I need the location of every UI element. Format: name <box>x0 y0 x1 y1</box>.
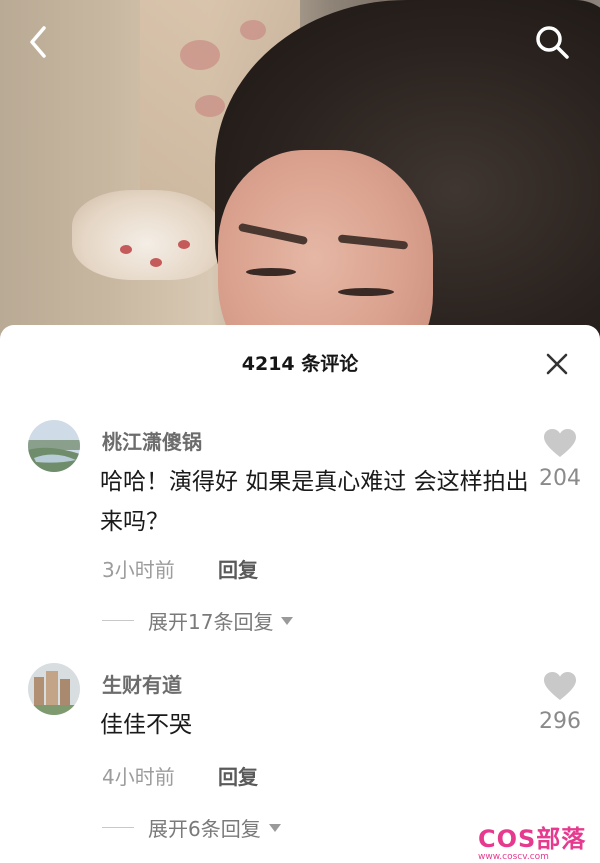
divider-line <box>102 620 134 621</box>
divider-line <box>102 827 134 828</box>
like-button[interactable]: 204 <box>535 428 585 491</box>
search-icon[interactable] <box>532 22 572 62</box>
expand-replies-label: 展开6条回复 <box>148 817 261 841</box>
person-face <box>218 150 433 345</box>
comment-text: 哈哈！演得好 如果是真心难过 会这样拍出来吗？ <box>100 469 529 535</box>
heart-icon <box>544 429 576 457</box>
bag-pattern <box>120 245 132 254</box>
wall-flower <box>180 40 220 70</box>
watermark-logo: COS部落 www.coscv.com <box>478 826 598 863</box>
like-count: 296 <box>539 709 581 734</box>
like-count: 204 <box>539 466 581 491</box>
comment-count-title: 4214 条评论 <box>241 353 359 375</box>
expand-replies-button[interactable]: 展开17条回复 <box>102 606 294 635</box>
comment-text: 佳佳不哭 <box>100 712 192 738</box>
wall-flower <box>195 95 225 117</box>
watermark-brand: COS部落 <box>478 825 587 853</box>
bag-pattern <box>178 240 190 249</box>
reply-button[interactable]: 回复 <box>218 554 258 583</box>
eye <box>338 288 394 296</box>
reply-button[interactable]: 回复 <box>218 761 258 790</box>
comment-username[interactable]: 生财有道 <box>102 669 182 698</box>
comment-time: 3小时前 <box>102 558 175 582</box>
comments-sheet: 4214 条评论 桃江潇傻锅 哈哈！演得好 如果是真心难过 会这样拍出来吗？ 3… <box>0 325 600 863</box>
close-icon[interactable] <box>545 352 569 376</box>
comment-time: 4小时前 <box>102 765 175 789</box>
eyebrow <box>337 234 409 250</box>
expand-replies-label: 展开17条回复 <box>148 610 274 634</box>
expand-replies-button[interactable]: 展开6条回复 <box>102 813 281 842</box>
watermark-url: www.coscv.com <box>478 852 549 862</box>
plastic-bag <box>72 190 222 280</box>
avatar[interactable] <box>28 420 80 472</box>
back-icon[interactable] <box>20 22 60 62</box>
heart-icon <box>544 672 576 700</box>
video-frame[interactable] <box>0 0 600 345</box>
wall-flower <box>240 20 266 40</box>
like-button[interactable]: 296 <box>535 671 585 734</box>
eye <box>246 268 296 276</box>
caret-down-icon <box>268 823 281 832</box>
eyebrow <box>237 222 309 246</box>
caret-down-icon <box>281 616 294 625</box>
comment-username[interactable]: 桃江潇傻锅 <box>102 426 202 455</box>
avatar[interactable] <box>28 663 80 715</box>
bag-pattern <box>150 258 162 267</box>
